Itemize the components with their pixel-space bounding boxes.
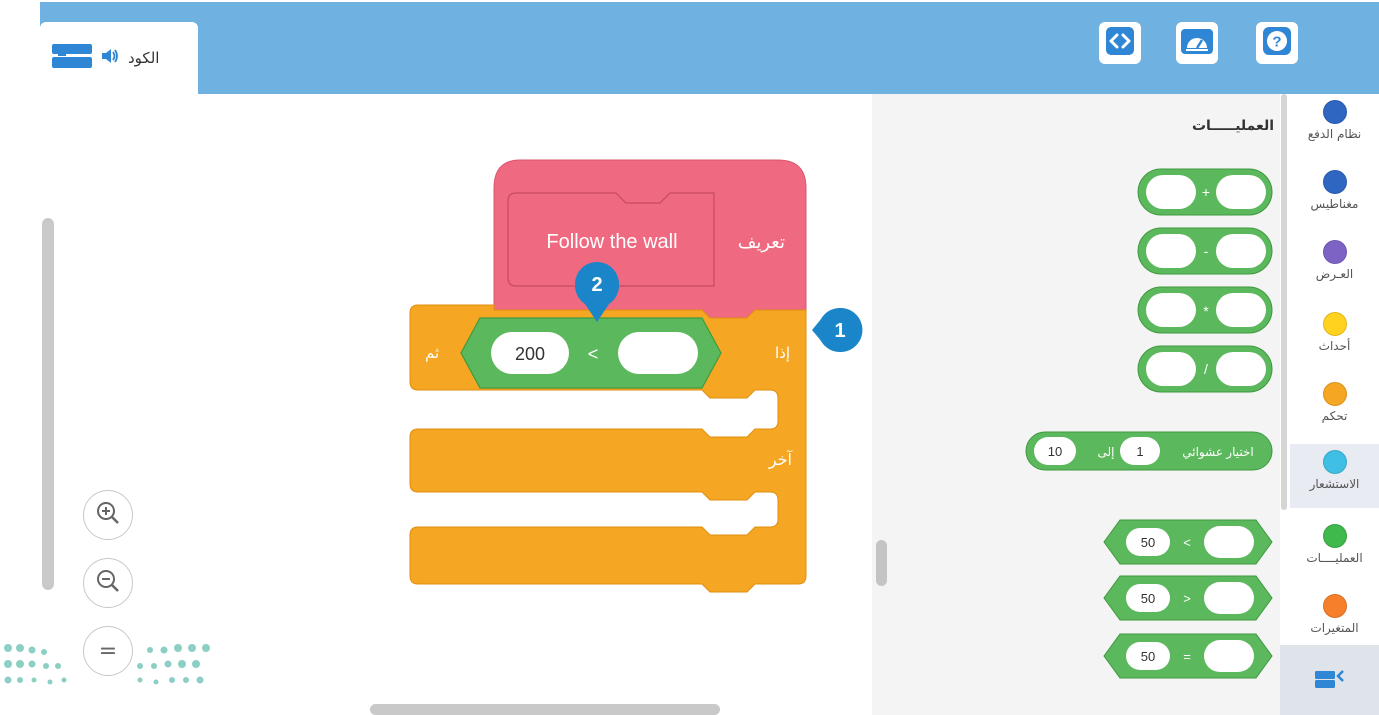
help-button[interactable]: ? [1256, 22, 1298, 64]
compare-less-op: < [1183, 535, 1191, 550]
category-dot [1322, 594, 1347, 618]
category-drive[interactable]: نظام الدفع [1290, 94, 1379, 156]
category-dot [1322, 312, 1347, 336]
category-list: نظام الدفع مغناطيس العـرض أحداث تحكم الا… [1290, 94, 1379, 715]
code-brackets-icon [1105, 26, 1135, 60]
compare-greater-left: 50 [1141, 591, 1155, 606]
else-label: آخر [768, 450, 794, 470]
category-dot [1322, 100, 1347, 124]
then-label: ثم [425, 345, 439, 362]
category-label: العمليــــات [1306, 551, 1363, 565]
multiply-op: * [1203, 303, 1209, 319]
category-dot [1322, 240, 1347, 264]
category-sensing[interactable]: الاستشعار [1290, 444, 1379, 508]
less-than-symbol: < [588, 344, 599, 364]
compare-equal-block[interactable]: 50 = [1103, 633, 1273, 679]
if-label: إذا [775, 345, 790, 362]
category-label: العـرض [1315, 267, 1354, 281]
marker-2-number: 2 [591, 274, 602, 296]
zoom-in-button[interactable] [83, 490, 133, 540]
category-control[interactable]: تحكم [1290, 376, 1379, 438]
right-operand-field[interactable] [618, 332, 698, 374]
compare-greater-block[interactable]: 50 > [1103, 575, 1273, 621]
category-dot [1322, 524, 1347, 548]
category-label: مغناطيس [1310, 197, 1359, 211]
zoom-out-button[interactable] [83, 558, 133, 608]
callout-marker-1: 1 [812, 308, 863, 352]
zoom-out-icon [95, 568, 121, 598]
add-op: + [1202, 184, 1210, 200]
flyout-title: العمليـــــات [1191, 118, 1274, 134]
workspace-blocks: تعريف Follow the wall إذا ثم آخر 200 < 1 [409, 159, 863, 593]
help-glyph: ? [1272, 34, 1281, 51]
category-label: المتغيرات [1310, 621, 1359, 635]
random-block[interactable]: 10 إلى 1 اختيار عشوائي [1025, 431, 1273, 471]
category-dot [1322, 170, 1347, 194]
add-block[interactable]: + [1137, 168, 1273, 216]
marker-1-number: 1 [834, 320, 845, 342]
category-dot [1322, 382, 1347, 406]
app-window: الكود ? تعريف Follow the wall إذا ثم آخر… [0, 0, 1379, 715]
compare-equal-op: = [1183, 649, 1191, 664]
category-looks[interactable]: العـرض [1290, 234, 1379, 296]
define-name: Follow the wall [546, 231, 677, 253]
help-icon: ? [1262, 26, 1292, 60]
category-label: نظام الدفع [1307, 127, 1362, 141]
compare-greater-op: > [1183, 591, 1191, 606]
category-variables[interactable]: المتغيرات [1290, 588, 1379, 650]
flyout-blocks: + - * / 10 إلى 1 اختيار عشوائي 50 < 50 >… [1025, 168, 1273, 679]
subtract-op: - [1204, 243, 1209, 259]
divide-block[interactable]: / [1137, 345, 1273, 393]
code-view-button[interactable] [1099, 22, 1141, 64]
less-than-block[interactable]: 200 < [460, 317, 722, 389]
category-operators[interactable]: العمليــــات [1290, 518, 1379, 580]
define-block[interactable]: تعريف Follow the wall [493, 159, 807, 331]
random-label: اختيار عشوائي [1182, 445, 1254, 460]
compare-less-left: 50 [1141, 535, 1155, 550]
category-label: تحكم [1321, 409, 1348, 423]
left-operand-value: 200 [515, 344, 545, 364]
multiply-block[interactable]: * [1137, 286, 1273, 334]
random-to-label: إلى [1098, 445, 1115, 459]
category-magnet[interactable]: مغناطيس [1290, 164, 1379, 226]
dashboard-button[interactable] [1176, 22, 1218, 64]
category-label: أحداث [1318, 339, 1351, 353]
category-dot [1322, 450, 1347, 474]
divide-op: / [1204, 361, 1208, 377]
zoom-in-icon [95, 500, 121, 530]
category-label: الاستشعار [1309, 477, 1360, 491]
extensions-button[interactable] [1280, 645, 1379, 715]
compare-equal-left: 50 [1141, 649, 1155, 664]
random-to-value: 10 [1048, 444, 1062, 459]
ministry-logo [0, 640, 220, 700]
category-events[interactable]: أحداث [1290, 306, 1379, 368]
subtract-block[interactable]: - [1137, 227, 1273, 275]
random-from-value: 1 [1136, 444, 1143, 459]
dashboard-icon [1180, 26, 1214, 60]
define-keyword: تعريف [738, 232, 785, 253]
flyout-scrollbar[interactable] [876, 540, 887, 586]
compare-less-block[interactable]: 50 < [1103, 519, 1273, 565]
extensions-icon [1313, 665, 1347, 695]
